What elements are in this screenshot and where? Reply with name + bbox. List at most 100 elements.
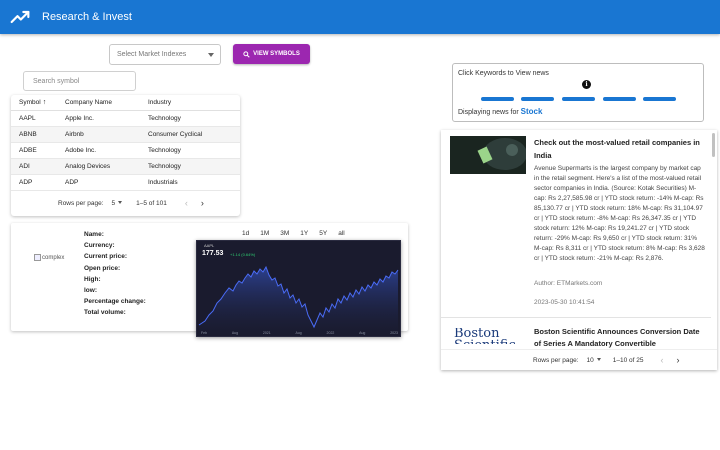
header-industry[interactable]: Industry [148, 99, 240, 106]
cell-symbol: ADI [19, 163, 30, 170]
range-1d[interactable]: 1d [237, 228, 254, 239]
label-percentage-change: Percentage change: [84, 298, 146, 306]
cell-company: Apple Inc. [65, 115, 94, 122]
stock-chart-image: AAPL 177.53 +1.14 (0.64%) Feb Aug 2021 A… [196, 240, 401, 337]
table-pagination: Rows per page: 5 1–5 of 101 ‹ › [11, 191, 240, 215]
chart-price: 177.53 [202, 250, 224, 257]
range-1m[interactable]: 1M [255, 228, 274, 239]
arrow-up-icon[interactable]: ↑ [43, 99, 47, 106]
cell-symbol: ADBE [19, 147, 37, 154]
news-pagination: Rows per page: 10 1–10 of 25 ‹ › [441, 349, 717, 370]
header-symbol[interactable]: Symbol ↑ [11, 99, 65, 106]
company-logo-image: complex [34, 254, 64, 261]
range-1y[interactable]: 1Y [295, 228, 313, 239]
range-5y[interactable]: 5Y [314, 228, 332, 239]
app-title: Research & Invest [42, 11, 132, 23]
news-body: Avenue Supermarts is the largest company… [534, 165, 705, 262]
chevron-down-icon [118, 201, 123, 205]
cell-company: Airbnb [65, 131, 84, 138]
stock-info-labels: Name: Currency: Current price: Open pric… [84, 231, 146, 321]
x-tick: 2023 [390, 331, 398, 335]
cell-symbol: ABNB [19, 131, 37, 138]
range-3m[interactable]: 3M [275, 228, 294, 239]
news-author: Author: ETMarkets.com [534, 280, 603, 287]
x-tick: 2022 [326, 331, 335, 335]
rows-per-page-label: Rows per page: [58, 199, 104, 207]
keyword-chip[interactable] [521, 97, 554, 101]
x-tick: 2021 [262, 331, 271, 335]
keyword-chip[interactable] [643, 97, 676, 101]
x-tick: Feb [201, 331, 208, 335]
broken-image-icon [34, 254, 41, 261]
cell-industry: Consumer Cyclical [148, 131, 203, 138]
table-row[interactable]: ADP ADP Industrials [11, 175, 240, 191]
table-row[interactable]: ADI Analog Devices Technology [11, 159, 240, 175]
news-scrollbar[interactable] [712, 133, 715, 157]
news-list: Check out the most-valued retail compani… [441, 130, 717, 370]
chevron-right-icon[interactable]: › [677, 355, 680, 365]
rows-per-page-select[interactable]: 5 [112, 200, 123, 207]
chevron-down-icon [596, 358, 601, 362]
header-company[interactable]: Company Name [65, 99, 148, 106]
cell-industry: Technology [148, 115, 181, 122]
page-range: 1–5 of 101 [136, 199, 167, 207]
info-icon[interactable]: i [582, 80, 591, 89]
market-index-placeholder: Select Market Indexes [117, 51, 187, 58]
label-currency: Currency: [84, 242, 115, 250]
news-title[interactable]: Check out the most-valued retail compani… [534, 137, 704, 162]
table-row[interactable]: AAPL Apple Inc. Technology [11, 111, 240, 127]
cell-industry: Technology [148, 147, 181, 154]
chevron-down-icon [208, 53, 214, 57]
cell-company: ADP [65, 179, 79, 186]
range-all[interactable]: all [333, 228, 350, 239]
price-line-graphic [198, 265, 399, 336]
page-range: 1–10 of 25 [612, 356, 644, 364]
stock-detail-card: complex Name: Currency: Current price: O… [11, 223, 408, 337]
divider [441, 317, 711, 318]
cell-symbol: ADP [19, 179, 33, 186]
label-name: Name: [84, 231, 104, 238]
label-open-price: Open price: [84, 264, 121, 272]
chevron-right-icon[interactable]: › [201, 198, 204, 208]
label-total-volume: Total volume: [84, 309, 126, 317]
boston-scientific-logo: Boston Scientific [454, 328, 516, 344]
label-high: High: [84, 275, 101, 283]
current-keyword: Stock [520, 107, 543, 116]
app-bar: Research & Invest [0, 0, 720, 34]
market-index-select[interactable]: Select Market Indexes [109, 44, 221, 65]
rows-per-page-label: Rows per page: [533, 356, 579, 364]
cell-symbol: AAPL [19, 115, 36, 122]
label-low: low: [84, 286, 97, 294]
table-row[interactable]: ADBE Adobe Inc. Technology [11, 143, 240, 159]
keyword-chip[interactable] [481, 97, 514, 101]
image-alt-text: complex [42, 254, 65, 261]
keyword-chip[interactable] [562, 97, 595, 101]
chart-change: +1.14 (0.64%) [230, 252, 256, 257]
search-placeholder: Search symbol [33, 77, 80, 85]
table-row[interactable]: ABNB Airbnb Consumer Cyclical [11, 127, 240, 143]
chevron-left-icon[interactable]: ‹ [185, 198, 188, 208]
keyword-chip[interactable] [603, 97, 636, 101]
chevron-left-icon[interactable]: ‹ [661, 355, 664, 365]
time-range-tabs: 1d 1M 3M 1Y 5Y all [237, 228, 351, 239]
keywords-title: Click Keywords to View news [458, 70, 549, 77]
trending-up-icon [10, 10, 30, 24]
view-symbols-button[interactable]: VIEW SYMBOLS [233, 44, 310, 64]
cell-industry: Industrials [148, 179, 178, 186]
cell-company: Analog Devices [65, 163, 111, 170]
table-header: Symbol ↑ Company Name Industry [11, 95, 240, 111]
cell-industry: Technology [148, 163, 181, 170]
view-symbols-label: VIEW SYMBOLS [253, 51, 300, 57]
chart-ticker: AAPL [204, 243, 215, 248]
rows-per-page-select[interactable]: 10 [587, 357, 601, 364]
news-date: 2023-05-30 10:41:54 [534, 299, 595, 306]
news-thumbnail [450, 136, 526, 174]
x-tick: Aug [359, 331, 366, 335]
symbol-search-input[interactable]: Search symbol [23, 71, 136, 91]
displaying-news-label: Displaying news for Stock [458, 107, 543, 116]
news-title[interactable]: Boston Scientific Announces Conversion D… [534, 326, 704, 350]
news-keywords-panel: Click Keywords to View news i Displaying… [452, 63, 704, 122]
label-current-price: Current price: [84, 253, 127, 261]
symbols-table: Symbol ↑ Company Name Industry AAPL Apple… [11, 95, 240, 216]
x-tick: Aug [295, 331, 302, 335]
